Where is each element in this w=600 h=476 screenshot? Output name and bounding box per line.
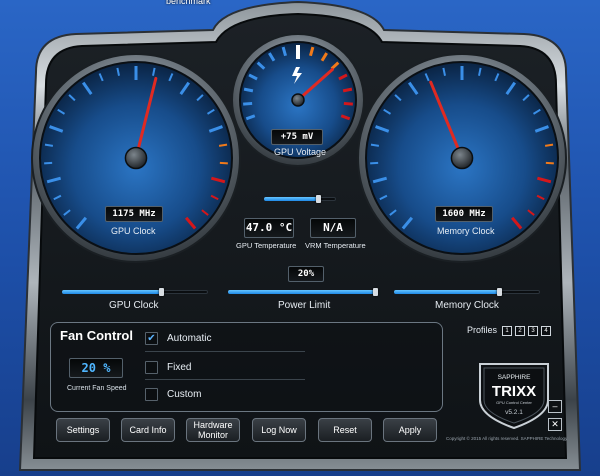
memory-clock-readout: 1600 MHz bbox=[435, 206, 493, 222]
vrm-temperature-label: VRM Temperature bbox=[305, 241, 366, 250]
memory-clock-slider-label: Memory Clock bbox=[435, 300, 499, 311]
slider-fill bbox=[394, 290, 500, 294]
slider-thumb[interactable] bbox=[497, 288, 503, 296]
fan-speed-label: Current Fan Speed bbox=[67, 385, 127, 392]
gauge-tick bbox=[243, 87, 254, 93]
checkbox-fixed[interactable] bbox=[145, 360, 158, 374]
gauge-hub bbox=[124, 146, 148, 170]
slider-thumb[interactable] bbox=[373, 288, 378, 296]
gauge-tick bbox=[44, 143, 54, 147]
gauge-tick bbox=[218, 143, 228, 147]
gpu-voltage-readout: +75 mV bbox=[271, 129, 323, 145]
gauge-tick bbox=[544, 143, 554, 147]
slider-thumb[interactable] bbox=[316, 195, 321, 203]
slider-fill bbox=[62, 290, 162, 294]
gpu-temperature-readout: 47.0 °C bbox=[244, 218, 294, 238]
gauge-hub bbox=[450, 146, 474, 170]
gpu-temperature-label: GPU Temperature bbox=[236, 241, 297, 250]
fan-speed-readout: 20 % bbox=[69, 358, 123, 378]
power-limit-slider-label: Power Limit bbox=[278, 300, 331, 311]
gpu-clock-gauge-label: GPU Clock bbox=[111, 226, 156, 236]
copyright-text: Copyright © 2015 All rights reserved. SA… bbox=[446, 436, 568, 441]
log-now-button[interactable]: Log Now bbox=[252, 418, 306, 442]
option-label: Custom bbox=[167, 388, 202, 400]
logo-version: v5.2.1 bbox=[505, 409, 523, 416]
checkbox-custom[interactable] bbox=[145, 387, 158, 401]
profile-slot-3[interactable]: 3 bbox=[528, 326, 538, 336]
hardware-monitor-button[interactable]: Hardware Monitor bbox=[186, 418, 240, 442]
memory-clock-gauge-label: Memory Clock bbox=[437, 226, 495, 236]
slider-fill bbox=[228, 290, 375, 294]
power-limit-readout: 20% bbox=[288, 266, 324, 282]
profile-slot-4[interactable]: 4 bbox=[541, 326, 551, 336]
profiles-label: Profiles bbox=[467, 325, 498, 335]
minimize-button[interactable]: – bbox=[548, 400, 562, 413]
gpu-clock-readout: 1175 MHz bbox=[105, 206, 163, 222]
logo-product: TRIXX bbox=[492, 383, 536, 400]
close-button[interactable]: ✕ bbox=[548, 418, 562, 431]
checkbox-automatic[interactable]: ✔ bbox=[145, 331, 158, 345]
card-info-button[interactable]: Card Info bbox=[121, 418, 175, 442]
memory-clock-slider[interactable] bbox=[394, 287, 540, 297]
option-label: Automatic bbox=[167, 332, 212, 344]
profile-slot-2[interactable]: 2 bbox=[515, 326, 525, 336]
option-divider bbox=[145, 351, 305, 352]
logo-brand: SAPPHIRE bbox=[498, 374, 532, 381]
profile-slot-1[interactable]: 1 bbox=[502, 326, 512, 336]
slider-thumb[interactable] bbox=[159, 288, 165, 296]
trixx-logo: SAPPHIRE TRIXX GPU Control Center v5.2.1 bbox=[479, 363, 549, 430]
option-divider bbox=[145, 379, 305, 380]
profile-slots: 1 2 3 4 bbox=[502, 326, 551, 336]
trixx-window: 1175 MHz GPU Clock +75 mV GPU Voltage 16… bbox=[0, 0, 600, 476]
fan-control-title: Fan Control bbox=[60, 328, 133, 343]
fan-option-custom[interactable]: Custom bbox=[145, 387, 201, 401]
gauge-tick bbox=[370, 143, 380, 147]
gpu-voltage-gauge-label: GPU Voltage bbox=[274, 147, 327, 157]
fan-option-fixed[interactable]: Fixed bbox=[145, 360, 191, 374]
settings-button[interactable]: Settings bbox=[56, 418, 110, 442]
logo-subtitle: GPU Control Center bbox=[496, 400, 532, 405]
apply-button[interactable]: Apply bbox=[383, 418, 437, 442]
gauge-hub bbox=[291, 93, 305, 107]
gpu-clock-slider-label: GPU Clock bbox=[109, 300, 159, 311]
gpu-clock-slider[interactable] bbox=[62, 287, 208, 297]
gauge-tick bbox=[343, 101, 353, 106]
gauge-tick bbox=[243, 101, 253, 106]
reset-button[interactable]: Reset bbox=[318, 418, 372, 442]
fan-option-automatic[interactable]: ✔ Automatic bbox=[145, 331, 211, 345]
power-limit-slider[interactable] bbox=[228, 287, 378, 297]
slider-fill bbox=[264, 197, 318, 201]
fan-control-panel: Fan Control 20 % Current Fan Speed ✔ Aut… bbox=[50, 322, 443, 412]
gpu-voltage-slider[interactable] bbox=[264, 194, 336, 204]
gauge-tick bbox=[342, 87, 353, 93]
option-label: Fixed bbox=[167, 361, 192, 373]
vrm-temperature-readout: N/A bbox=[310, 218, 356, 238]
